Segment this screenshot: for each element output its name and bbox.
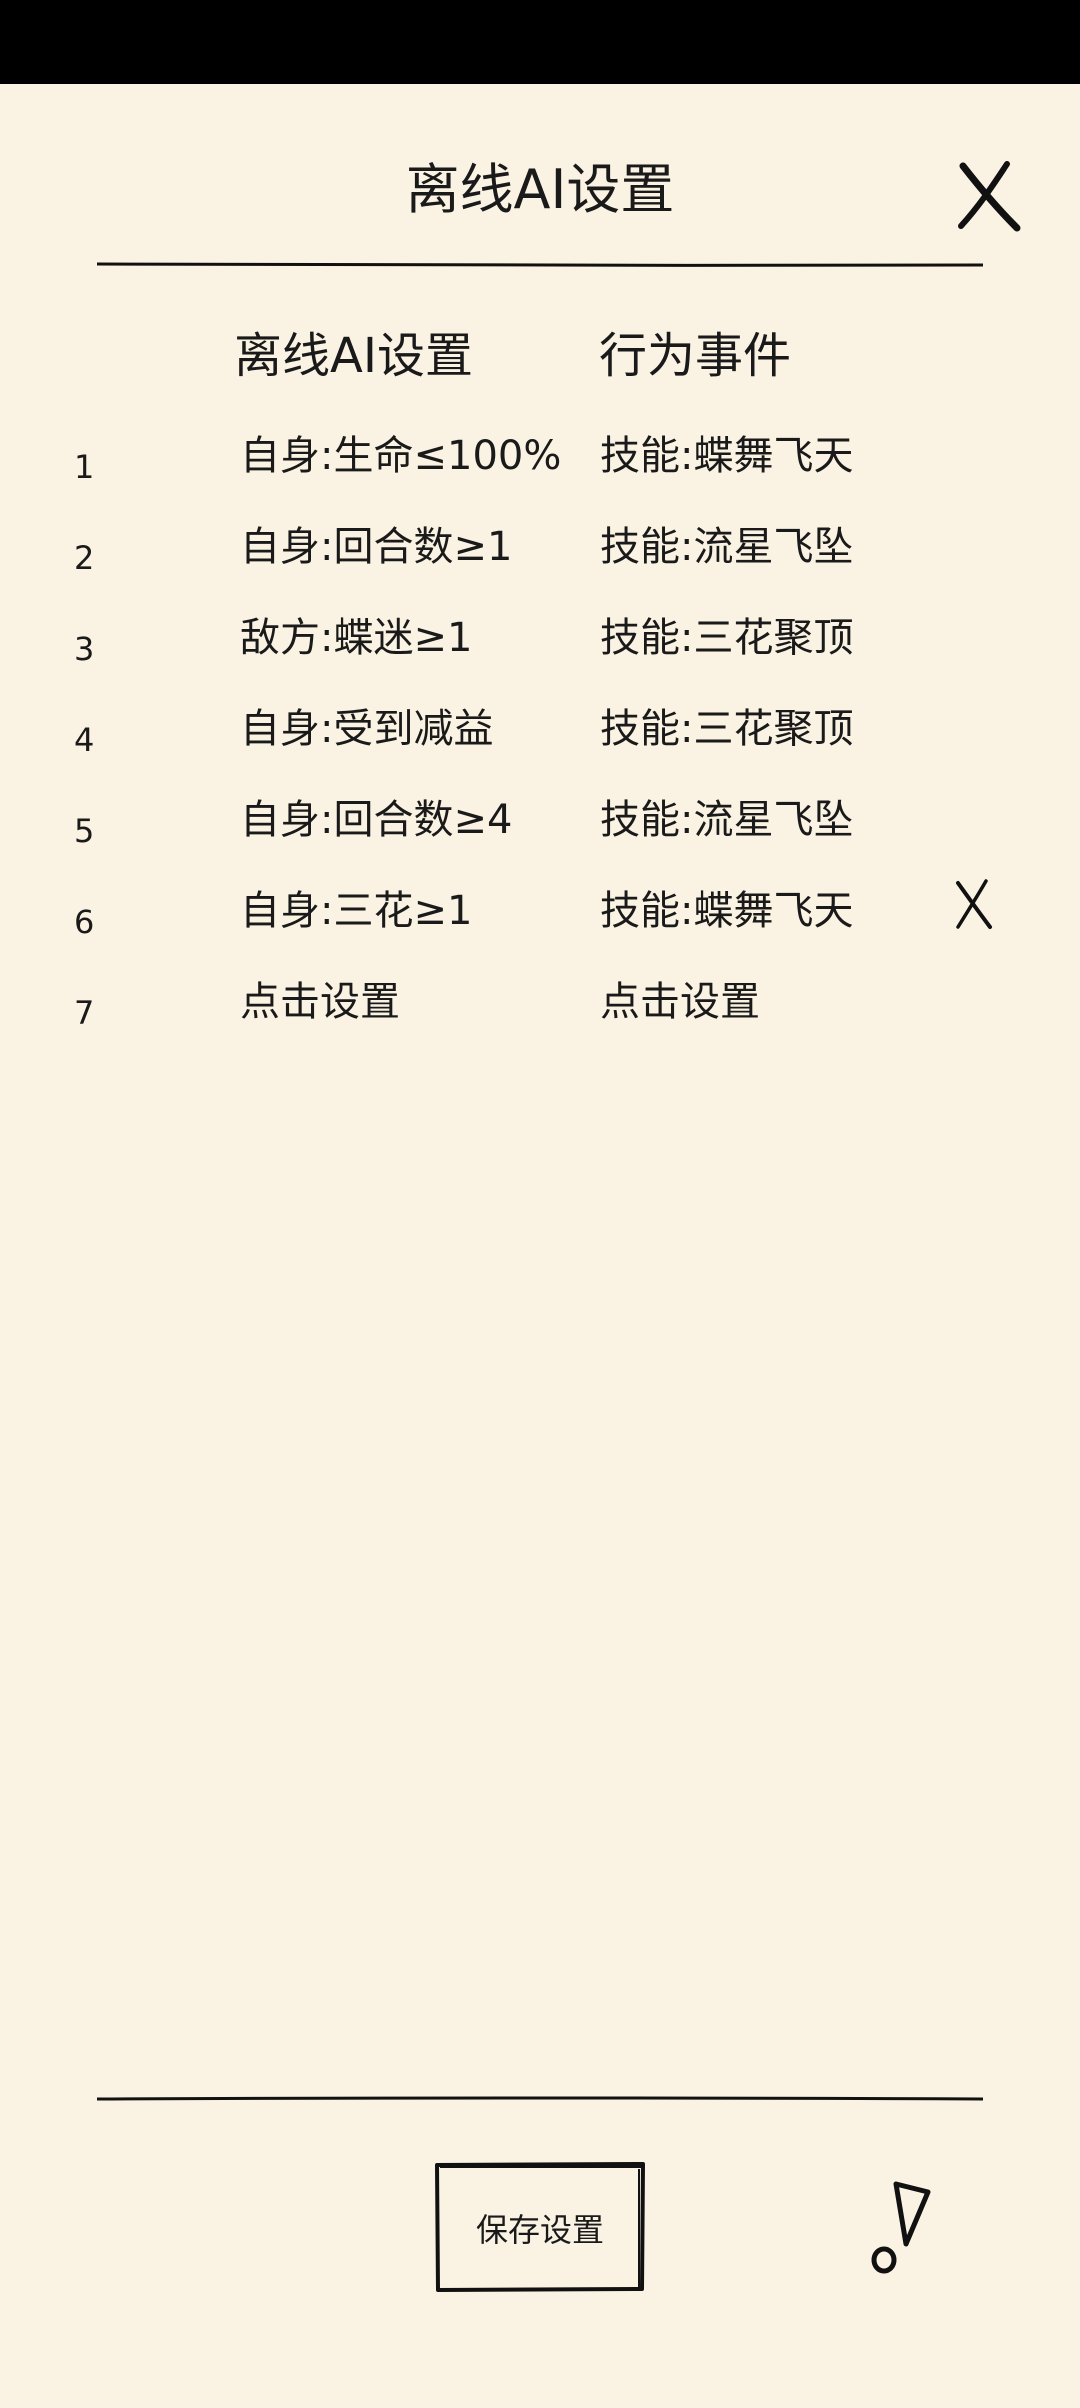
rule-index: 2 xyxy=(74,539,95,577)
header-divider xyxy=(97,262,983,267)
rule-action[interactable]: 技能:三花聚顶 xyxy=(600,608,853,668)
rule-action[interactable]: 技能:三花聚顶 xyxy=(600,699,853,759)
rule-condition[interactable]: 自身:生命≤100% xyxy=(240,426,561,486)
column-header-action: 行为事件 xyxy=(599,328,792,384)
rule-condition[interactable]: 自身:回合数≥4 xyxy=(240,790,512,850)
rule-row: 3 敌方:蝶迷≥1 技能:三花聚顶 xyxy=(0,604,1080,695)
rule-row: 1 自身:生命≤100% 技能:蝶舞飞天 xyxy=(0,422,1080,513)
rule-condition[interactable]: 敌方:蝶迷≥1 xyxy=(240,608,472,668)
rule-index: 6 xyxy=(74,903,95,941)
rule-row: 6 自身:三花≥1 技能:蝶舞飞天 xyxy=(0,877,1080,968)
save-button-label: 保存设置 xyxy=(475,2210,604,2249)
footer-divider xyxy=(97,2096,983,2101)
rule-action[interactable]: 技能:流星飞坠 xyxy=(600,790,853,850)
rule-action-placeholder[interactable]: 点击设置 xyxy=(600,972,760,1032)
rule-action[interactable]: 技能:流星飞坠 xyxy=(600,517,853,577)
rule-condition-placeholder[interactable]: 点击设置 xyxy=(240,972,400,1032)
rule-row: 7 点击设置 点击设置 xyxy=(0,968,1080,1059)
rule-row: 5 自身:回合数≥4 技能:流星飞坠 xyxy=(0,786,1080,877)
close-icon xyxy=(958,161,1021,232)
help-button[interactable] xyxy=(870,2178,936,2278)
page-title: 离线AI设置 xyxy=(405,158,675,221)
rule-index: 1 xyxy=(74,448,95,486)
column-header-condition: 离线AI设置 xyxy=(234,328,473,384)
rule-list: 1 自身:生命≤100% 技能:蝶舞飞天 2 自身:回合数≥1 技能:流星飞坠 … xyxy=(0,422,1080,1059)
rule-row: 4 自身:受到减益 技能:三花聚顶 xyxy=(0,695,1080,786)
rule-condition[interactable]: 自身:受到减益 xyxy=(240,699,493,759)
rule-row: 2 自身:回合数≥1 技能:流星飞坠 xyxy=(0,513,1080,604)
delete-rule-button[interactable] xyxy=(952,877,996,933)
rule-action[interactable]: 技能:蝶舞飞天 xyxy=(600,426,853,486)
close-button[interactable] xyxy=(955,158,1025,233)
exclamation-icon xyxy=(871,2181,931,2274)
delete-icon xyxy=(956,879,992,929)
save-settings-button[interactable]: 保存设置 xyxy=(433,2161,647,2294)
rule-index: 4 xyxy=(74,721,95,759)
rule-index: 5 xyxy=(74,812,95,850)
rule-condition[interactable]: 自身:回合数≥1 xyxy=(240,517,512,577)
status-bar xyxy=(0,0,1080,84)
rule-index: 7 xyxy=(74,994,95,1032)
rule-action[interactable]: 技能:蝶舞飞天 xyxy=(600,881,853,941)
rule-index: 3 xyxy=(74,630,95,668)
rule-condition[interactable]: 自身:三花≥1 xyxy=(240,881,472,941)
